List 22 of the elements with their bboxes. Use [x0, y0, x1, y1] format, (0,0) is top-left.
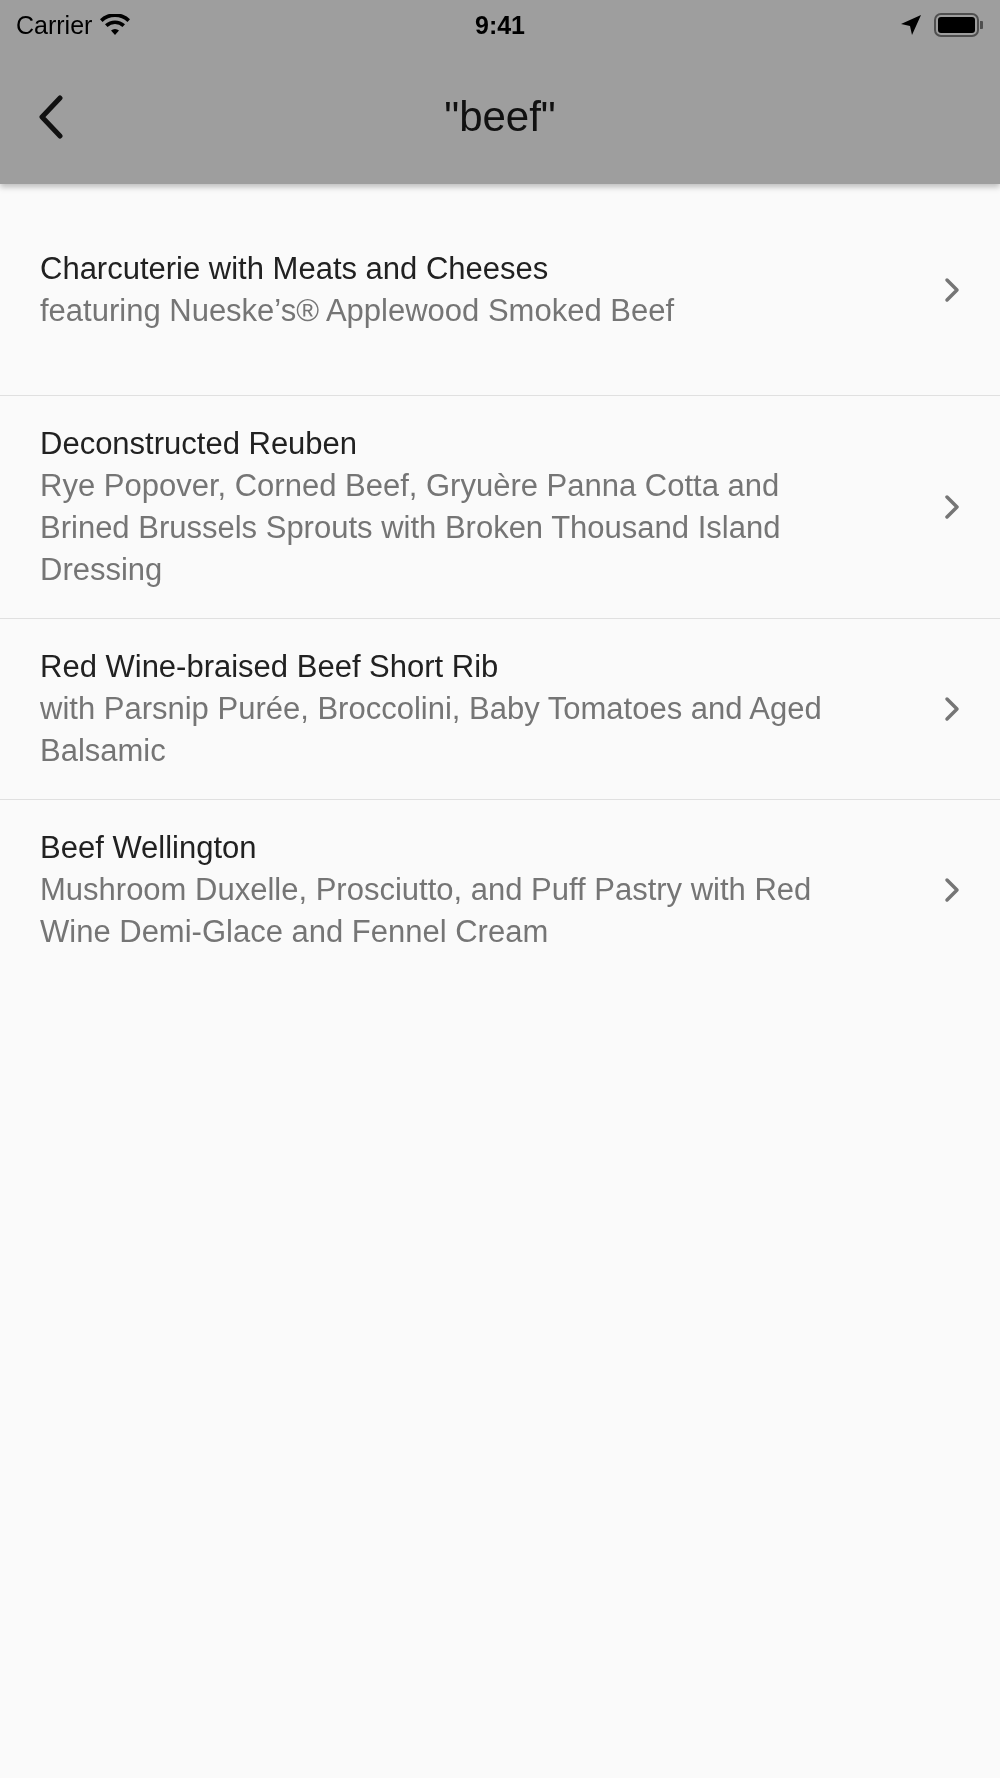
clock-time: 9:41 [475, 10, 526, 40]
dish-description: featuring Nueske’s® Applewood Smoked Beef [40, 291, 676, 330]
dish-description: Rye Popover, Corned Beef, Gryuère Panna Cotta and Brined Brussels Sprouts with Broken Thousand Island Dressing [40, 467, 782, 589]
wifi-icon [100, 14, 131, 36]
result-list-item[interactable]: Red Wine-braised Beef Short Rib with Parsnip Purée, Broccolini, Baby Tomatoes and Aged Balsamic [0, 619, 1000, 800]
dish-title: Deconstructed Reuben [40, 425, 359, 463]
dish-title: Beef Wellington [40, 829, 258, 867]
dish-title: Charcuterie with Meats and Cheeses [40, 249, 550, 288]
chevron-right-icon [944, 276, 960, 303]
battery-icon [934, 13, 984, 37]
result-list-item[interactable]: Beef Wellington Mushroom Duxelle, Prosciutto, and Puff Pastry with Red Wine Demi-Glace and Fennel Cream [0, 800, 1000, 980]
result-list-item[interactable]: Charcuterie with Meats and Cheeses featuring Nueske’s® Applewood Smoked Beef [0, 184, 1000, 396]
chevron-right-icon [944, 696, 960, 722]
dish-description: Mushroom Duxelle, Prosciutto, and Puff Pastry with Red Wine Demi-Glace and Fennel Cream [40, 871, 813, 951]
dish-title: Red Wine-braised Beef Short Rib [40, 648, 500, 686]
chevron-right-icon [944, 877, 960, 903]
result-list-item[interactable]: Deconstructed Reuben Rye Popover, Corned Beef, Gryuère Panna Cotta and Brined Brussels Sprouts with Broken Thousand Island Dressing [0, 396, 1000, 619]
carrier-label: Carrier [16, 10, 93, 40]
location-arrow-icon [900, 14, 922, 36]
dish-description: with Parsnip Purée, Broccolini, Baby Tomatoes and Aged Balsamic [40, 690, 823, 770]
page-title: "beef" [444, 93, 556, 140]
chevron-right-icon [944, 494, 960, 520]
